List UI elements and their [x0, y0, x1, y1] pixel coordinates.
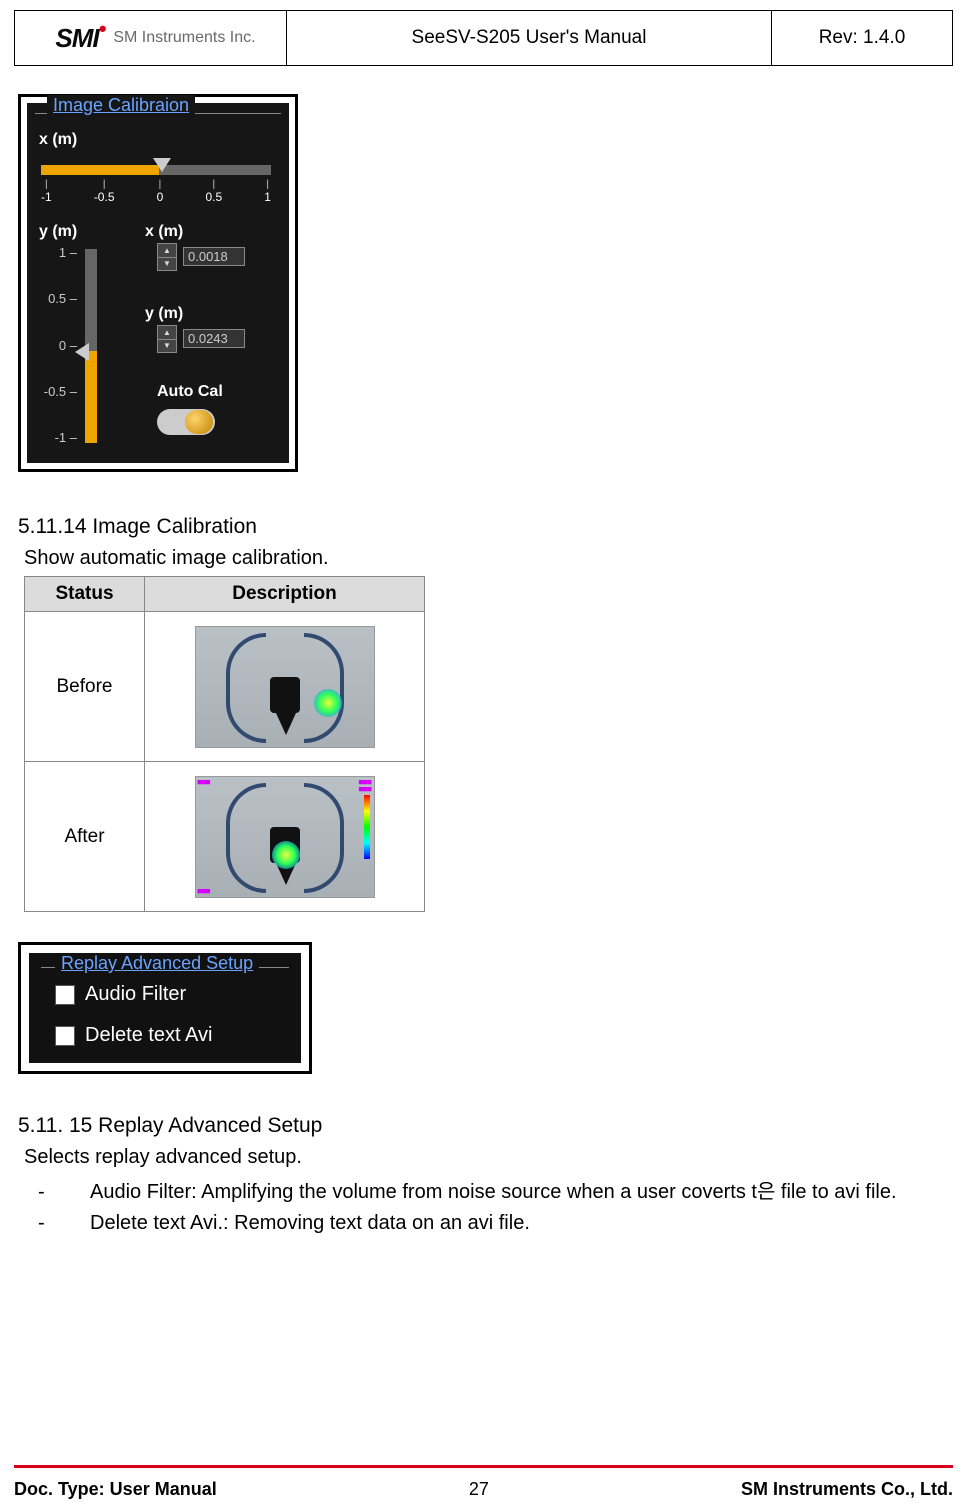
y-slider-label: y (m)	[39, 223, 77, 241]
section-heading-replay: 5.11. 15 Replay Advanced Setup	[18, 1114, 949, 1138]
bullet-audio-filter: Audio Filter: Amplifying the volume from…	[64, 1175, 949, 1204]
x-slider-label: x (m)	[39, 131, 77, 149]
x-field-label: x (m)	[145, 223, 183, 241]
section-body-calibration: Show automatic image calibration.	[24, 547, 949, 570]
x-stepper[interactable]: ▲▼	[157, 243, 177, 271]
doc-revision: Rev: 1.4.0	[772, 11, 952, 65]
replay-panel-title: Replay Advanced Setup	[55, 953, 259, 974]
status-table: Status Description Before After ■■■■■■	[24, 576, 425, 912]
section-heading-calibration: 5.11.14 Image Calibration	[18, 515, 949, 539]
toggle-knob-icon	[185, 410, 213, 434]
delete-text-avi-label: Delete text Avi	[85, 1024, 212, 1047]
footer-page-number: 27	[469, 1479, 489, 1500]
replay-bullets: Audio Filter: Amplifying the volume from…	[64, 1175, 949, 1235]
section-body-replay: Selects replay advanced setup.	[24, 1146, 949, 1169]
footer-doc-type: Doc. Type: User Manual	[14, 1479, 217, 1500]
after-image: ■■■■■■■■■■■■	[195, 776, 375, 898]
y-field-label: y (m)	[145, 305, 183, 323]
bullet-delete-text: Delete text Avi.: Removing text data on …	[64, 1212, 949, 1235]
logo-mark: SMI•	[55, 25, 105, 51]
page-footer: Doc. Type: User Manual 27 SM Instruments…	[14, 1479, 953, 1500]
footer-divider	[14, 1465, 953, 1468]
y-stepper[interactable]: ▲▼	[157, 325, 177, 353]
y-slider-ticks: 1 0.5 0 -0.5 -1	[43, 245, 77, 445]
before-image	[195, 626, 375, 748]
x-slider-ticks: -1 -0.5 0 0.5 1	[41, 179, 271, 204]
table-row: Before	[25, 612, 425, 762]
table-header-description: Description	[145, 577, 425, 612]
audio-filter-checkbox[interactable]	[55, 985, 75, 1005]
audio-filter-label: Audio Filter	[85, 983, 186, 1006]
company-logo-cell: SMI• SM Instruments Inc.	[15, 11, 287, 65]
table-header-status: Status	[25, 577, 145, 612]
table-row: After ■■■■■■■■■■■■	[25, 762, 425, 912]
footer-company: SM Instruments Co., Ltd.	[741, 1479, 953, 1500]
company-name: SM Instruments Inc.	[113, 29, 255, 47]
auto-cal-label: Auto Cal	[157, 383, 223, 401]
status-cell-before: Before	[25, 612, 145, 762]
status-cell-after: After	[25, 762, 145, 912]
image-calibration-screenshot: Image Calibraion x (m) -1 -0.5 0 0.5 1 y…	[18, 94, 298, 472]
doc-title: SeeSV-S205 User's Manual	[287, 11, 772, 65]
replay-setup-screenshot: Replay Advanced Setup Audio Filter Delet…	[18, 942, 312, 1074]
x-value-field[interactable]: 0.0018	[183, 247, 245, 266]
panel-title: Image Calibraion	[47, 95, 195, 116]
y-value-field[interactable]: 0.0243	[183, 329, 245, 348]
x-slider-thumb[interactable]	[153, 158, 171, 172]
delete-text-avi-checkbox[interactable]	[55, 1026, 75, 1046]
auto-cal-toggle[interactable]	[157, 409, 215, 435]
y-slider-thumb[interactable]	[75, 343, 89, 361]
page-header: SMI• SM Instruments Inc. SeeSV-S205 User…	[14, 10, 953, 66]
